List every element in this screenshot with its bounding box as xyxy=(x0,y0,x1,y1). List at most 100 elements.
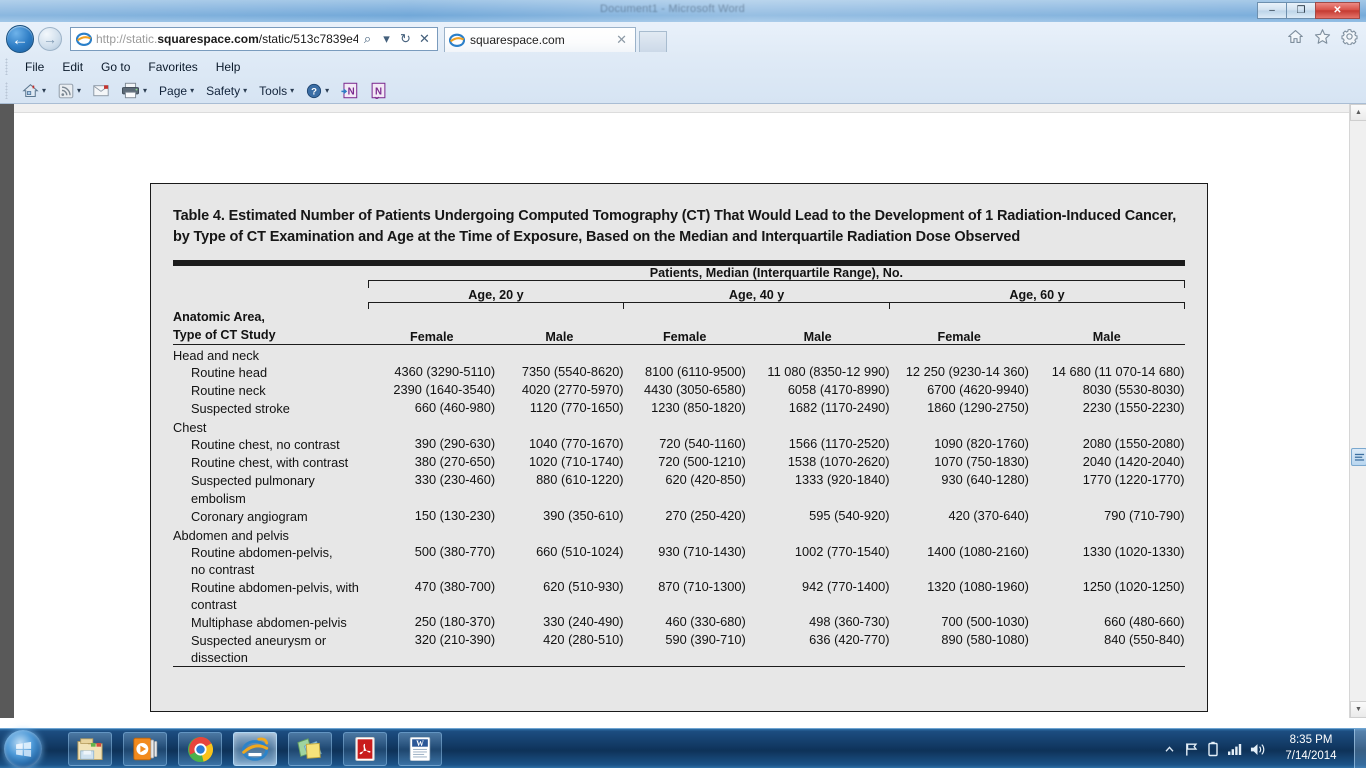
menu-file[interactable]: File xyxy=(16,58,53,76)
table-title: Table 4. Estimated Number of Patients Un… xyxy=(173,208,1177,245)
cell-value: 12 250 (9230-14 360) xyxy=(905,364,1029,380)
help-menu[interactable]: ? ▾ xyxy=(300,81,335,101)
age-group-spacer xyxy=(173,288,368,303)
page-menu[interactable]: Page ▾ xyxy=(153,82,200,100)
taskbar-windows-media-player[interactable] xyxy=(123,732,167,766)
cell-value: 930 (640-1280) xyxy=(941,472,1029,488)
cell-value xyxy=(368,525,495,543)
minimize-button[interactable]: – xyxy=(1257,2,1286,19)
stop-icon[interactable]: ✕ xyxy=(415,29,434,49)
mail-icon xyxy=(93,85,109,97)
menu-goto[interactable]: Go to xyxy=(92,58,139,76)
home-button[interactable]: ▾ xyxy=(16,80,52,101)
taskbar-adobe-reader[interactable] xyxy=(343,732,387,766)
address-dropdown-icon[interactable]: ▾ xyxy=(377,29,396,49)
cell-value: 700 (500-1030) xyxy=(941,613,1029,629)
cell-value: 460 (330-680) xyxy=(665,613,746,629)
cell-value xyxy=(624,525,746,543)
cell-value: 4360 (3290-5110) xyxy=(394,364,496,380)
cell-value: 500 (380-770) xyxy=(414,543,496,559)
settings-gear-icon[interactable] xyxy=(1341,28,1358,45)
taskbar-clock[interactable]: 8:35 PM 7/14/2014 xyxy=(1268,729,1354,768)
cell-value: 595 (540-920) xyxy=(809,507,890,523)
read-mail-button[interactable] xyxy=(87,82,115,99)
print-button[interactable]: ▾ xyxy=(115,80,153,101)
cell-value: 2230 (1550-2230) xyxy=(1082,400,1185,416)
tab-close-icon[interactable]: ✕ xyxy=(612,32,631,48)
cell-value: 840 (550-840) xyxy=(1104,631,1185,647)
close-button[interactable]: ✕ xyxy=(1315,2,1360,19)
tab-strip: squarespace.com ✕ xyxy=(444,27,667,52)
select-browse-object-button[interactable] xyxy=(1351,448,1366,466)
commandbar-grip[interactable] xyxy=(5,82,8,99)
cell-value: 1566 (1170-2520) xyxy=(788,436,890,452)
menubar-grip[interactable] xyxy=(5,58,8,75)
supercolumn-bracket-row xyxy=(173,280,1186,288)
bracket-spacer xyxy=(173,281,368,288)
folder-icon xyxy=(77,738,103,761)
page-caret-icon: ▾ xyxy=(190,86,195,95)
cell-value: 1250 (1020-1250) xyxy=(1082,578,1185,594)
table-group-row: Chest xyxy=(173,417,1185,435)
word-window-titlebar: Document1 - Microsoft Word – ❐ ✕ xyxy=(0,0,1366,22)
cell-value: 1040 (770-1670) xyxy=(528,436,624,452)
restore-button[interactable]: ❐ xyxy=(1286,2,1315,19)
favorites-star-icon[interactable] xyxy=(1314,28,1331,45)
refresh-icon[interactable]: ↻ xyxy=(396,29,415,49)
cell-value: 870 (710-1300) xyxy=(658,578,746,594)
age-bracket-40 xyxy=(623,301,891,310)
address-bar[interactable]: http://static.squarespace.com/static/513… xyxy=(70,27,438,51)
show-desktop-button[interactable] xyxy=(1354,729,1366,768)
scroll-down-button[interactable]: ▼ xyxy=(1350,701,1366,718)
feeds-button[interactable]: ▾ xyxy=(52,81,87,101)
cell-value: 380 (270-650) xyxy=(414,454,496,470)
taskbar-microsoft-word[interactable]: W xyxy=(398,732,442,766)
cell-value xyxy=(890,525,1029,543)
cell-value xyxy=(495,525,623,543)
cell-value: 880 (610-1220) xyxy=(536,472,624,488)
age-group-bracket-row xyxy=(173,301,1185,310)
cell-value xyxy=(746,417,890,435)
safety-menu[interactable]: Safety ▾ xyxy=(200,82,253,100)
tools-menu[interactable]: Tools ▾ xyxy=(253,82,300,100)
col-header-40-male: Male xyxy=(803,329,832,344)
menu-help[interactable]: Help xyxy=(207,58,250,76)
tab-squarespace[interactable]: squarespace.com ✕ xyxy=(444,27,636,52)
table-row: Multiphase abdomen-pelvis 250 (180-370) 33… xyxy=(173,613,1185,631)
cell-value: 660 (480-660) xyxy=(1104,613,1185,629)
back-button[interactable]: ← xyxy=(6,25,34,53)
network-signal-icon[interactable] xyxy=(1224,729,1246,768)
volume-icon[interactable] xyxy=(1246,729,1268,768)
menu-edit[interactable]: Edit xyxy=(53,58,92,76)
taskbar-internet-explorer[interactable] xyxy=(233,732,277,766)
home-icon[interactable] xyxy=(1287,28,1304,45)
age-group-row: Age, 20 y Age, 40 y Age, 60 y xyxy=(173,288,1185,303)
battery-icon[interactable] xyxy=(1202,729,1224,768)
send-to-onenote-button[interactable]: N xyxy=(335,80,364,101)
battery-glyph-icon xyxy=(1208,741,1218,757)
taskbar-sticky-notes[interactable] xyxy=(288,732,332,766)
onenote-linked-notes-button[interactable]: N xyxy=(364,80,393,101)
new-tab-button[interactable] xyxy=(639,31,667,52)
cell-value: 930 (710-1430) xyxy=(658,543,746,559)
table-row: Routine abdomen-pelvis, no contrast 500 (… xyxy=(173,543,1185,578)
document-vertical-scrollbar[interactable]: ▲ ▼ xyxy=(1349,104,1366,718)
browse-object-icon xyxy=(1354,453,1364,461)
clock-date: 7/14/2014 xyxy=(1285,750,1337,762)
word-document-area: ▲ ▼ Table 4. Estimated Number of Patient… xyxy=(0,104,1366,718)
show-hidden-icons-button[interactable] xyxy=(1158,729,1180,768)
action-center-flag-icon[interactable] xyxy=(1180,729,1202,768)
signal-bars-icon xyxy=(1228,744,1242,755)
table-row: Suspected pulmonary embolism 330 (230-460… xyxy=(173,471,1185,506)
menu-favorites[interactable]: Favorites xyxy=(139,58,206,76)
table-row: Routine abdomen-pelvis, with contrast 470… xyxy=(173,578,1185,613)
cell-value: 720 (500-1210) xyxy=(658,454,746,470)
taskbar-google-chrome[interactable] xyxy=(178,732,222,766)
sex-header-row: Anatomic Area, Type of CT Study Female M… xyxy=(173,309,1185,344)
scroll-up-button[interactable]: ▲ xyxy=(1350,104,1366,121)
address-search-icon[interactable]: ⌕ xyxy=(358,29,377,49)
taskbar-windows-explorer[interactable] xyxy=(68,732,112,766)
forward-button[interactable]: → xyxy=(38,27,62,51)
cell-value: 1230 (850-1820) xyxy=(651,400,746,416)
windows-start-orb[interactable] xyxy=(4,730,42,768)
